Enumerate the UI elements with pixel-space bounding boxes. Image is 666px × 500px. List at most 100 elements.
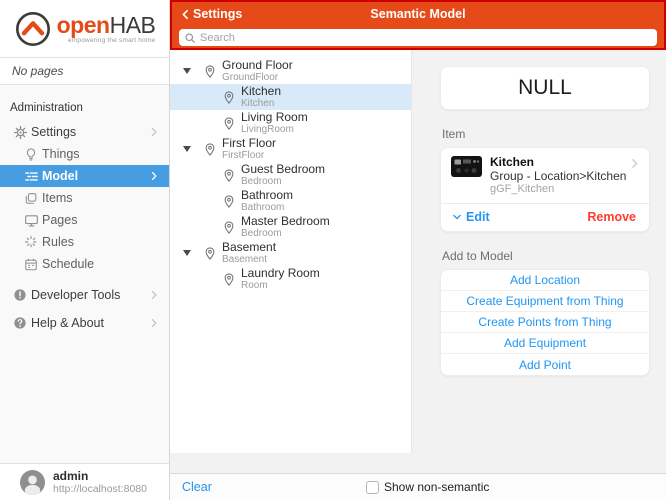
chevron-right-icon bbox=[149, 318, 159, 328]
tree-item-title: Living Room bbox=[241, 111, 308, 124]
items-icon bbox=[23, 191, 39, 206]
sidebar-item-rules[interactable]: Rules bbox=[0, 231, 169, 253]
expand-triangle-icon[interactable] bbox=[183, 250, 191, 256]
sidebar-item-help-about[interactable]: Help & About bbox=[0, 312, 169, 334]
tree-item-bathroom[interactable]: BathroomBathroom bbox=[170, 188, 411, 214]
sidebar-item-pages[interactable]: Pages bbox=[0, 209, 169, 231]
tree-item-title: Master Bedroom bbox=[241, 215, 330, 228]
sidebar-item-things[interactable]: Things bbox=[0, 143, 169, 165]
chevron-right-icon bbox=[149, 290, 159, 300]
location-pin-icon bbox=[222, 194, 236, 209]
rules-icon bbox=[23, 235, 39, 249]
search-icon bbox=[184, 32, 196, 44]
expand-triangle-icon[interactable] bbox=[183, 146, 191, 152]
tree-item-kitchen[interactable]: KitchenKitchen bbox=[170, 84, 411, 110]
clear-button[interactable]: Clear bbox=[182, 480, 212, 494]
tree-item-first-floor[interactable]: First FloorFirstFloor bbox=[170, 136, 411, 162]
footer-bar: Clear Show non-semantic bbox=[170, 473, 666, 500]
remove-button[interactable]: Remove bbox=[587, 210, 636, 224]
add-to-model-list: Add LocationCreate Equipment from ThingC… bbox=[440, 269, 650, 376]
item-state-value: NULL bbox=[518, 76, 572, 100]
add-equipment-button[interactable]: Add Equipment bbox=[441, 333, 649, 354]
search-bar bbox=[179, 29, 657, 46]
chevron-right-icon bbox=[629, 158, 640, 169]
avatar bbox=[20, 470, 45, 495]
model-tree-icon bbox=[23, 169, 39, 184]
question-circle-icon bbox=[12, 316, 28, 330]
tree-item-subtitle: Bedroom bbox=[241, 228, 330, 239]
checkbox-label: Show non-semantic bbox=[384, 480, 489, 494]
openhab-logo[interactable]: openHAB empowering the smart home bbox=[0, 0, 169, 57]
tree-item-subtitle: GroundFloor bbox=[222, 72, 293, 83]
page-title: Semantic Model bbox=[172, 7, 664, 21]
checkbox-icon bbox=[366, 481, 379, 494]
location-pin-icon bbox=[222, 90, 236, 105]
create-points-from-thing-button[interactable]: Create Points from Thing bbox=[441, 312, 649, 333]
show-non-semantic-toggle[interactable]: Show non-semantic bbox=[366, 480, 489, 494]
server-url: http://localhost:8080 bbox=[53, 483, 147, 495]
sidebar-item-model[interactable]: Model bbox=[0, 165, 169, 187]
tree-item-title: Ground Floor bbox=[222, 59, 293, 72]
add-location-button[interactable]: Add Location bbox=[441, 270, 649, 291]
tree-item-master-bedroom[interactable]: Master BedroomBedroom bbox=[170, 214, 411, 240]
tree-item-title: First Floor bbox=[222, 137, 276, 150]
location-pin-icon bbox=[203, 246, 217, 261]
tree-item-subtitle: Bedroom bbox=[241, 176, 325, 187]
search-input[interactable] bbox=[200, 32, 652, 44]
location-pin-icon bbox=[203, 142, 217, 157]
tree-item-title: Bathroom bbox=[241, 189, 293, 202]
sidebar-item-settings[interactable]: Settings bbox=[0, 121, 169, 143]
tree-item-subtitle: Basement bbox=[222, 254, 276, 265]
tree-item-laundry-room[interactable]: Laundry RoomRoom bbox=[170, 266, 411, 292]
sidebar-section-administration: Administration bbox=[10, 102, 159, 114]
tree-item-subtitle: Bathroom bbox=[241, 202, 293, 213]
item-state-card: NULL bbox=[440, 66, 650, 110]
tree-item-basement[interactable]: BasementBasement bbox=[170, 240, 411, 266]
sidebar-nav: Settings Things Model Items Pages Rules Schedu… bbox=[0, 121, 169, 334]
item-type: Group - Location>Kitchen bbox=[490, 169, 626, 183]
item-row[interactable]: Kitchen Group - Location>Kitchen gGF_Kit… bbox=[441, 148, 649, 203]
tree-item-title: Laundry Room bbox=[241, 267, 320, 280]
sidebar-item-label: Pages bbox=[42, 213, 159, 227]
user-account[interactable]: admin http://localhost:8080 bbox=[0, 463, 169, 500]
tree-item-subtitle: FirstFloor bbox=[222, 150, 276, 161]
chevron-right-icon bbox=[149, 171, 159, 181]
gear-icon bbox=[12, 125, 28, 140]
item-thumbnail bbox=[451, 156, 482, 177]
lightbulb-icon bbox=[23, 147, 39, 162]
location-pin-icon bbox=[203, 64, 217, 79]
item-id: gGF_Kitchen bbox=[490, 183, 626, 196]
edit-label: Edit bbox=[466, 210, 490, 224]
location-pin-icon bbox=[222, 116, 236, 131]
sidebar-item-items[interactable]: Items bbox=[0, 187, 169, 209]
edit-button[interactable]: Edit bbox=[452, 210, 490, 224]
create-equipment-from-thing-button[interactable]: Create Equipment from Thing bbox=[441, 291, 649, 312]
sidebar-item-label: Things bbox=[42, 147, 159, 161]
sidebar-item-label: Help & About bbox=[31, 316, 149, 330]
sidebar-item-label: Schedule bbox=[42, 257, 159, 271]
location-pin-icon bbox=[222, 168, 236, 183]
logo-word-hab: HAB bbox=[110, 12, 156, 38]
chevron-left-icon bbox=[180, 9, 191, 20]
tree-item-subtitle: LivingRoom bbox=[241, 124, 308, 135]
tree-item-living-room[interactable]: Living RoomLivingRoom bbox=[170, 110, 411, 136]
logo-word-open: open bbox=[57, 12, 110, 38]
expand-triangle-icon[interactable] bbox=[183, 68, 191, 74]
tree-item-subtitle: Kitchen bbox=[241, 98, 281, 109]
sidebar-item-schedule[interactable]: Schedule bbox=[0, 253, 169, 275]
schedule-icon bbox=[23, 257, 39, 272]
sidebar-item-developer-tools[interactable]: Developer Tools bbox=[0, 284, 169, 306]
tree-item-ground-floor[interactable]: Ground FloorGroundFloor bbox=[170, 58, 411, 84]
tree-item-title: Guest Bedroom bbox=[241, 163, 325, 176]
back-button[interactable]: Settings bbox=[180, 7, 242, 21]
chevron-right-icon bbox=[149, 127, 159, 137]
exclamation-circle-icon bbox=[12, 288, 28, 302]
sidebar-item-label: Model bbox=[42, 169, 149, 183]
add-point-button[interactable]: Add Point bbox=[441, 354, 649, 375]
no-pages-label: No pages bbox=[0, 57, 169, 85]
model-tree: Ground FloorGroundFloorKitchenKitchenLiv… bbox=[170, 50, 412, 453]
sidebar-item-label: Settings bbox=[31, 125, 149, 139]
tree-item-title: Basement bbox=[222, 241, 276, 254]
tree-item-guest-bedroom[interactable]: Guest BedroomBedroom bbox=[170, 162, 411, 188]
detail-panel: NULL Item bbox=[412, 50, 666, 473]
